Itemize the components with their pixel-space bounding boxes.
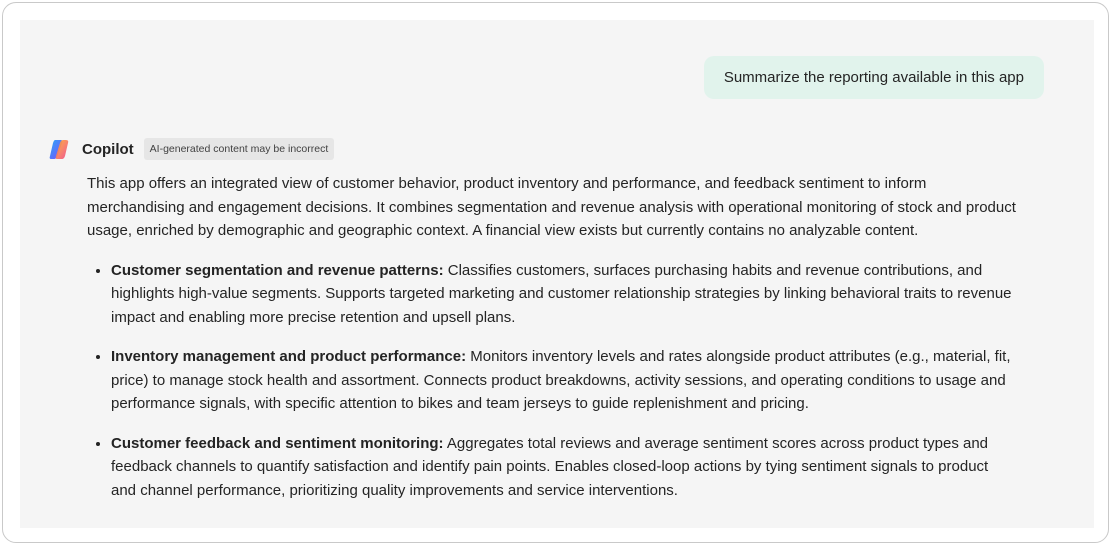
list-item: Inventory management and product perform… <box>111 345 1017 416</box>
bullet-title: Customer feedback and sentiment monitori… <box>111 434 444 452</box>
ai-disclaimer-badge: AI-generated content may be incorrect <box>143 138 335 160</box>
bullet-title: Customer segmentation and revenue patter… <box>111 261 444 279</box>
copilot-logo-icon <box>48 138 70 160</box>
assistant-name: Copilot <box>82 140 134 158</box>
response-bullet-list: Customer segmentation and revenue patter… <box>87 259 1017 503</box>
assistant-header: Copilot AI-generated content may be inco… <box>48 137 335 161</box>
chat-transcript[interactable]: Summarize the reporting available in thi… <box>20 20 1094 528</box>
chat-window: Summarize the reporting available in thi… <box>2 2 1109 543</box>
list-item: Customer segmentation and revenue patter… <box>111 259 1017 330</box>
user-message-bubble: Summarize the reporting available in thi… <box>703 56 1044 99</box>
response-intro: This app offers an integrated view of cu… <box>87 175 1016 239</box>
assistant-response: This app offers an integrated view of cu… <box>87 172 1017 518</box>
bullet-title: Inventory management and product perform… <box>111 348 467 365</box>
list-item: Customer feedback and sentiment monitori… <box>111 432 1017 503</box>
